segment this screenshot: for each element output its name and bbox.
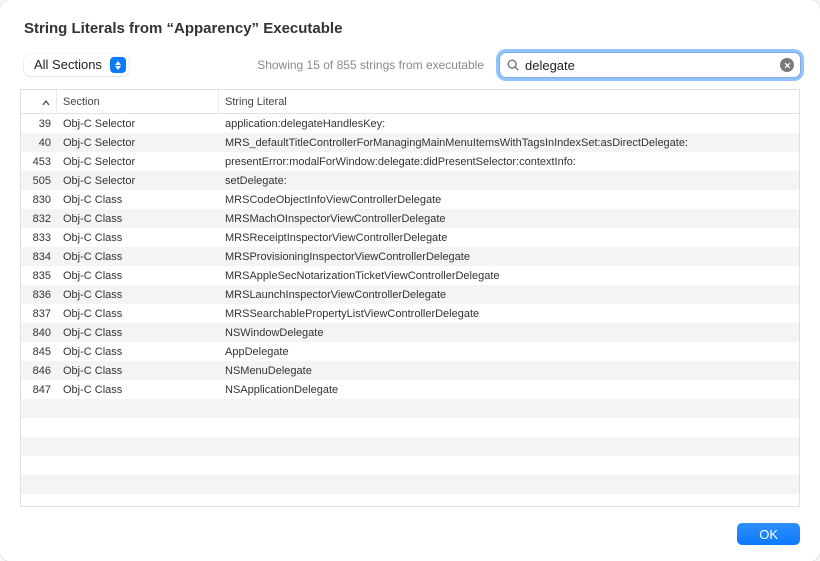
dialog-header: String Literals from “Apparency” Executa…	[0, 0, 820, 49]
cell-literal: MRSReceiptInspectorViewControllerDelegat…	[219, 232, 799, 244]
table-row[interactable]: 845Obj-C ClassAppDelegate	[21, 342, 799, 361]
table-row[interactable]: 847Obj-C ClassNSApplicationDelegate	[21, 380, 799, 399]
table-row[interactable]: 836Obj-C ClassMRSLaunchInspectorViewCont…	[21, 285, 799, 304]
ok-button[interactable]: OK	[737, 523, 800, 545]
cell-section: Obj-C Selector	[57, 156, 219, 168]
cell-section: Obj-C Class	[57, 346, 219, 358]
empty-row	[21, 456, 799, 475]
cell-index: 835	[21, 270, 57, 282]
cell-literal: MRSProvisioningInspectorViewControllerDe…	[219, 251, 799, 263]
cell-index: 40	[21, 137, 57, 149]
table-row[interactable]: 837Obj-C ClassMRSSearchablePropertyListV…	[21, 304, 799, 323]
table-body: 39Obj-C Selectorapplication:delegateHand…	[21, 114, 799, 506]
page-title: String Literals from “Apparency” Executa…	[24, 20, 796, 37]
empty-row	[21, 437, 799, 456]
cell-section: Obj-C Class	[57, 251, 219, 263]
column-header-section[interactable]: Section	[57, 90, 219, 113]
section-filter-label: All Sections	[24, 54, 110, 76]
column-header-index[interactable]	[21, 90, 57, 113]
table-row[interactable]: 833Obj-C ClassMRSReceiptInspectorViewCon…	[21, 228, 799, 247]
table-row[interactable]: 846Obj-C ClassNSMenuDelegate	[21, 361, 799, 380]
table-row[interactable]: 505Obj-C SelectorsetDelegate:	[21, 171, 799, 190]
cell-literal: MRSAppleSecNotarizationTicketViewControl…	[219, 270, 799, 282]
empty-row	[21, 475, 799, 494]
select-arrows-icon	[110, 57, 126, 73]
cell-index: 505	[21, 175, 57, 187]
cell-index: 837	[21, 308, 57, 320]
cell-index: 845	[21, 346, 57, 358]
cell-literal: AppDelegate	[219, 346, 799, 358]
cell-section: Obj-C Class	[57, 213, 219, 225]
clear-search-button[interactable]	[780, 58, 794, 72]
cell-section: Obj-C Class	[57, 365, 219, 377]
table-row[interactable]: 840Obj-C ClassNSWindowDelegate	[21, 323, 799, 342]
cell-literal: presentError:modalForWindow:delegate:did…	[219, 156, 799, 168]
table-row[interactable]: 834Obj-C ClassMRSProvisioningInspectorVi…	[21, 247, 799, 266]
table-header: Section String Literal	[21, 90, 799, 114]
dialog-footer: OK	[0, 507, 820, 561]
empty-row	[21, 418, 799, 437]
cell-section: Obj-C Selector	[57, 175, 219, 187]
cell-index: 847	[21, 384, 57, 396]
cell-section: Obj-C Class	[57, 194, 219, 206]
cell-section: Obj-C Class	[57, 270, 219, 282]
cell-literal: setDelegate:	[219, 175, 799, 187]
cell-index: 834	[21, 251, 57, 263]
table-row[interactable]: 453Obj-C SelectorpresentError:modalForWi…	[21, 152, 799, 171]
table-row[interactable]: 39Obj-C Selectorapplication:delegateHand…	[21, 114, 799, 133]
column-header-literal[interactable]: String Literal	[219, 90, 799, 113]
cell-index: 836	[21, 289, 57, 301]
cell-index: 39	[21, 118, 57, 130]
cell-index: 830	[21, 194, 57, 206]
cell-section: Obj-C Class	[57, 384, 219, 396]
search-input[interactable]	[520, 58, 780, 73]
cell-index: 832	[21, 213, 57, 225]
sort-ascending-icon	[42, 98, 50, 106]
search-field-container	[500, 53, 800, 77]
section-filter-select[interactable]: All Sections	[24, 54, 129, 76]
cell-section: Obj-C Class	[57, 327, 219, 339]
cell-literal: MRS_defaultTitleControllerForManagingMai…	[219, 137, 799, 149]
cell-literal: MRSCodeObjectInfoViewControllerDelegate	[219, 194, 799, 206]
dialog-window: String Literals from “Apparency” Executa…	[0, 0, 820, 561]
cell-section: Obj-C Class	[57, 289, 219, 301]
table-row[interactable]: 830Obj-C ClassMRSCodeObjectInfoViewContr…	[21, 190, 799, 209]
cell-section: Obj-C Class	[57, 232, 219, 244]
result-count-status: Showing 15 of 855 strings from executabl…	[257, 58, 490, 72]
empty-row	[21, 399, 799, 418]
search-icon	[506, 58, 520, 72]
cell-index: 846	[21, 365, 57, 377]
cell-section: Obj-C Class	[57, 308, 219, 320]
strings-table: Section String Literal 39Obj-C Selectora…	[20, 89, 800, 507]
cell-index: 840	[21, 327, 57, 339]
cell-literal: MRSMachOInspectorViewControllerDelegate	[219, 213, 799, 225]
cell-index: 833	[21, 232, 57, 244]
cell-literal: NSMenuDelegate	[219, 365, 799, 377]
cell-literal: NSApplicationDelegate	[219, 384, 799, 396]
cell-section: Obj-C Selector	[57, 118, 219, 130]
cell-literal: NSWindowDelegate	[219, 327, 799, 339]
table-row[interactable]: 835Obj-C ClassMRSAppleSecNotarizationTic…	[21, 266, 799, 285]
cell-literal: application:delegateHandlesKey:	[219, 118, 799, 130]
toolbar: All Sections Showing 15 of 855 strings f…	[0, 49, 820, 89]
cell-index: 453	[21, 156, 57, 168]
cell-section: Obj-C Selector	[57, 137, 219, 149]
cell-literal: MRSSearchablePropertyListViewControllerD…	[219, 308, 799, 320]
table-row[interactable]: 40Obj-C SelectorMRS_defaultTitleControll…	[21, 133, 799, 152]
cell-literal: MRSLaunchInspectorViewControllerDelegate	[219, 289, 799, 301]
table-row[interactable]: 832Obj-C ClassMRSMachOInspectorViewContr…	[21, 209, 799, 228]
